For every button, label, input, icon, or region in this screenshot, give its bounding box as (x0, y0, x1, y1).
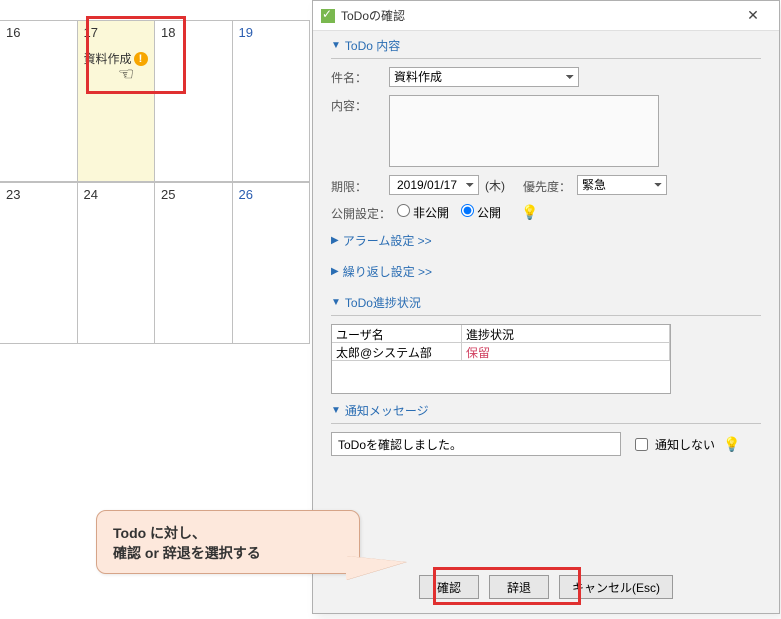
day-number: 18 (161, 25, 175, 40)
cancel-button[interactable]: キャンセル(Esc) (559, 575, 673, 599)
chevron-down-icon: ▼ (331, 40, 341, 51)
calendar-cell[interactable]: 16 (0, 20, 78, 182)
day-number: 16 (6, 25, 20, 40)
repeat-settings-link[interactable]: ▶ 繰り返し設定 >> (331, 263, 761, 280)
section-label: 通知メッセージ (345, 402, 429, 419)
day-number: 24 (84, 187, 98, 202)
callout-line: Todo に対し、 (113, 523, 343, 543)
todo-confirm-dialog: ToDoの確認 ✕ ▼ ToDo 内容 件名： 資料作成 内容： 期限： 201… (312, 0, 780, 614)
chevron-right-icon: ▶ (331, 235, 339, 246)
confirm-button[interactable]: 確認 (419, 575, 479, 599)
hint-icon: 💡 (723, 436, 740, 453)
subject-label: 件名： (331, 67, 389, 86)
annotation-callout: Todo に対し、 確認 or 辞退を選択する (96, 510, 360, 574)
callout-line: 確認 or 辞退を選択する (113, 543, 343, 563)
hint-icon: 💡 (521, 204, 538, 221)
event-label: 資料作成 (84, 50, 132, 67)
calendar-cell[interactable]: 25 (155, 182, 233, 344)
checkbox-label: 通知しない (655, 436, 715, 453)
content-label: 内容： (331, 95, 389, 114)
calendar-grid: 16 17 資料作成 ! 18 19 23 24 25 26 (0, 20, 310, 344)
day-number: 19 (239, 25, 253, 40)
section-label: ToDo 内容 (345, 37, 400, 54)
priority-select[interactable]: 緊急 (577, 175, 667, 195)
priority-label: 優先度： (523, 176, 571, 195)
calendar-event[interactable]: 資料作成 ! (84, 50, 149, 67)
calendar-cell[interactable]: 24 (78, 182, 156, 344)
alarm-settings-link[interactable]: ▶ アラーム設定 >> (331, 232, 761, 249)
chevron-down-icon: ▼ (331, 297, 341, 308)
no-notify-checkbox[interactable]: 通知しない (631, 435, 715, 454)
day-number: 23 (6, 187, 20, 202)
todo-icon (321, 9, 335, 23)
day-number: 17 (84, 25, 98, 40)
radio-public[interactable]: 公開 (461, 204, 501, 221)
deadline-label: 期限： (331, 176, 389, 195)
calendar-cell[interactable]: 23 (0, 182, 78, 344)
section-label: ToDo進捗状況 (345, 294, 421, 311)
chevron-down-icon: ▼ (331, 405, 341, 416)
calendar-cell[interactable]: 19 (233, 20, 311, 182)
col-header-user: ユーザ名 (332, 325, 462, 342)
calendar-cell[interactable]: 18 (155, 20, 233, 182)
progress-user: 太郎@システム部 (332, 343, 462, 360)
progress-table[interactable]: ユーザ名 進捗状況 太郎@システム部 保留 (331, 324, 671, 394)
section-header-progress: ▼ ToDo進捗状況 (331, 294, 761, 316)
section-header-content: ▼ ToDo 内容 (331, 37, 761, 59)
chevron-right-icon: ▶ (331, 266, 339, 277)
dialog-title: ToDoの確認 (341, 7, 733, 24)
subject-select[interactable]: 資料作成 (389, 67, 579, 87)
day-number: 26 (239, 187, 253, 202)
message-input[interactable] (331, 432, 621, 456)
visibility-label: 公開設定： (331, 203, 397, 222)
day-number: 25 (161, 187, 175, 202)
calendar-cell[interactable]: 26 (233, 182, 311, 344)
radio-private[interactable]: 非公開 (397, 204, 449, 221)
col-header-status: 進捗状況 (462, 325, 670, 342)
decline-button[interactable]: 辞退 (489, 575, 549, 599)
radio-label: 公開 (477, 206, 501, 220)
annotation-callout-tail (346, 556, 406, 580)
radio-label: 非公開 (413, 206, 449, 220)
deadline-select[interactable]: 2019/01/17 (389, 175, 479, 195)
content-textarea[interactable] (389, 95, 659, 167)
warning-icon: ! (134, 52, 148, 66)
dialog-titlebar: ToDoの確認 ✕ (313, 1, 779, 31)
section-header-message: ▼ 通知メッセージ (331, 402, 761, 424)
progress-status: 保留 (462, 343, 670, 360)
link-label: 繰り返し設定 >> (343, 263, 432, 280)
link-label: アラーム設定 >> (343, 232, 432, 249)
close-button[interactable]: ✕ (733, 3, 773, 29)
calendar-cell[interactable]: 17 資料作成 ! (78, 20, 156, 182)
day-of-week: (木) (485, 177, 505, 194)
